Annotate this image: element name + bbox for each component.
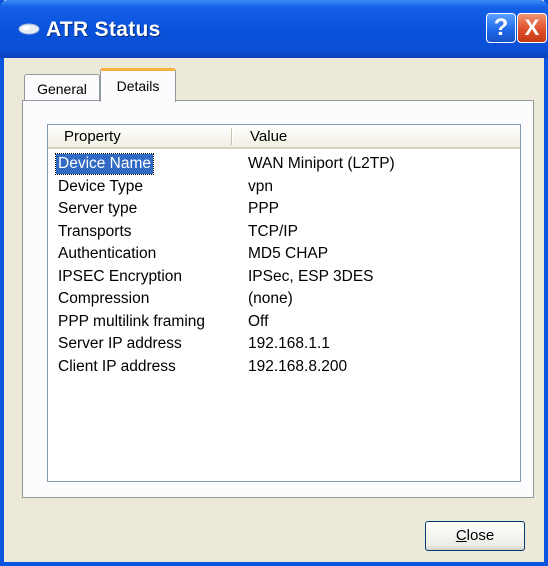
list-row[interactable]: Transports TCP/IP [48,221,520,244]
property-cell: Compression [58,290,150,307]
value-cell: 192.168.8.200 [248,357,348,375]
property-cell: IPSEC Encryption [58,267,183,285]
value-cell: Off [248,312,269,330]
property-cell: Authentication [58,245,157,262]
value-cell: IPSec, ESP 3DES [248,267,374,285]
column-header-property[interactable]: Property [64,128,121,145]
close-button-mnemonic: C [455,527,467,544]
property-cell: Transports [58,222,132,240]
tab-details[interactable]: Details [100,68,176,102]
property-cell: Device Name [54,153,155,175]
property-list[interactable]: Property Value Device Name WAN Miniport … [47,124,521,482]
value-cell: (none) [248,290,293,307]
list-row[interactable]: Device Name WAN Miniport (L2TP) [48,153,520,176]
list-row[interactable]: Server IP address 192.168.1.1 [48,333,520,356]
window-close-button[interactable]: X [517,13,547,43]
window-title: ATR Status [46,18,161,41]
value-cell: 192.168.1.1 [248,335,330,352]
property-cell: Server IP address [58,335,182,352]
property-cell: PPP multilink framing [58,312,206,330]
value-cell: MD5 CHAP [248,245,329,262]
value-cell: WAN Miniport (L2TP) [248,155,395,172]
close-button-label: lose [466,527,495,544]
title-bar[interactable]: ATR Status ? X [0,0,548,58]
list-row[interactable]: Client IP address 192.168.8.200 [48,356,520,379]
column-header-value[interactable]: Value [250,128,287,145]
property-cell: Client IP address [58,357,176,375]
value-cell: PPP [248,200,280,217]
help-button[interactable]: ? [486,13,516,43]
list-row[interactable]: Authentication MD5 CHAP [48,243,520,266]
network-connection-icon [18,23,40,35]
list-header: Property Value [48,125,520,149]
value-cell: TCP/IP [248,222,298,240]
column-divider-highlight [232,128,233,145]
value-cell: vpn [248,177,273,195]
list-row[interactable]: IPSEC Encryption IPSec, ESP 3DES [48,266,520,289]
dialog-window: ATR Status ? X General Details Property … [0,0,548,566]
list-row[interactable]: Device Type vpn [48,176,520,199]
property-cell: Server type [58,200,138,217]
list-row[interactable]: Compression (none) [48,288,520,311]
tab-general[interactable]: General [24,74,100,102]
property-cell: Device Type [58,177,144,195]
details-panel: Property Value Device Name WAN Miniport … [22,100,534,498]
list-rows: Device Name WAN Miniport (L2TP) Device T… [48,153,520,378]
list-row[interactable]: Server type PPP [48,198,520,221]
list-row[interactable]: PPP multilink framing Off [48,311,520,334]
close-button[interactable]: Close [425,521,525,551]
